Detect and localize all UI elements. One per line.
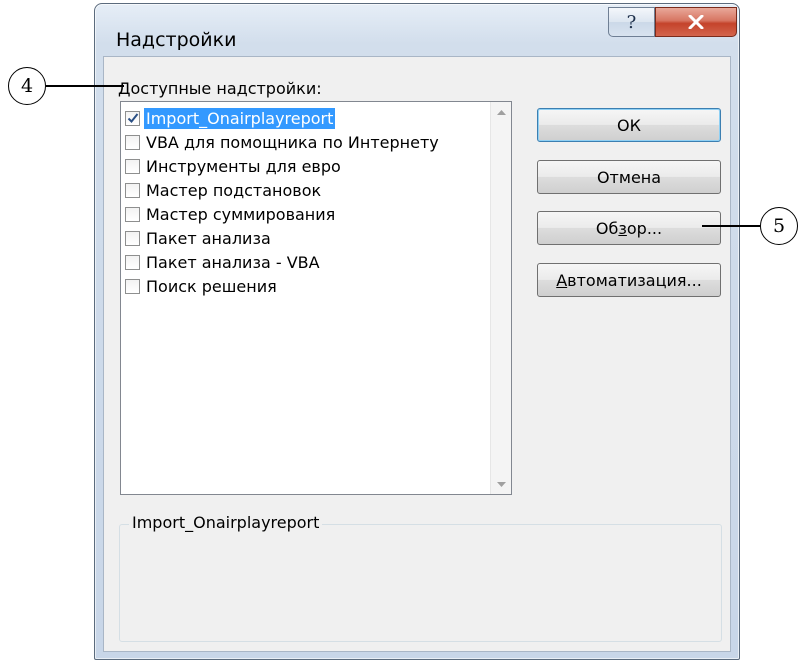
list-item-label: Мастер подстановок [146,181,322,200]
list-item-label: VBA для помощника по Интернету [146,133,439,152]
callout-5: 5 [760,207,798,245]
ok-button[interactable]: ОК [537,108,721,142]
arrow-down-icon [496,481,506,487]
callout-4-leader [46,85,124,87]
list-item[interactable]: Import_Onairplayreport [125,107,336,130]
help-icon: ? [626,11,637,33]
list-item-label: Пакет анализа - VBA [146,253,320,272]
cancel-button[interactable]: Отмена [537,160,721,194]
list-item[interactable]: VBA для помощника по Интернету [125,131,441,154]
checkbox[interactable] [125,135,140,150]
callout-4: 4 [8,67,46,105]
list-item[interactable]: Поиск решения [125,275,279,298]
list-item-label: Мастер суммирования [146,205,336,224]
dialog-title: Надстройки [116,29,237,51]
checkbox[interactable] [125,231,140,246]
checkmark-icon [127,113,139,123]
addins-listbox[interactable]: Import_Onairplayreport VBA для помощника… [120,101,512,495]
browse-button[interactable]: Об з ор... [537,211,721,245]
scroll-down-button[interactable] [491,474,511,494]
list-item[interactable]: Пакет анализа - VBA [125,251,322,274]
vertical-scrollbar[interactable] [490,102,511,494]
automation-button[interactable]: Автоматизация... [537,263,721,297]
list-item-label: Инструменты для евро [146,157,341,176]
list-item-label: Пакет анализа [146,229,271,248]
checkbox[interactable] [125,207,140,222]
list-item[interactable]: Инструменты для евро [125,155,343,178]
arrow-up-icon [496,109,506,115]
checkbox[interactable] [125,111,140,126]
list-item[interactable]: Мастер суммирования [125,203,337,226]
close-button[interactable] [655,7,737,37]
description-group [119,524,722,642]
list-item[interactable]: Мастер подстановок [125,179,323,202]
scroll-up-button[interactable] [491,102,511,122]
checkbox[interactable] [125,183,140,198]
checkbox[interactable] [125,255,140,270]
callout-5-leader [702,225,760,227]
list-item-label: Поиск решения [146,277,277,296]
help-button[interactable]: ? [608,7,655,37]
close-icon [688,15,704,29]
checkbox[interactable] [125,279,140,294]
available-addins-label: Доступные надстройки: [118,79,322,98]
list-item-label: Import_Onairplayreport [144,108,336,129]
addins-dialog: Надстройки ? Доступные надстройки: Impor… [94,3,740,660]
checkbox[interactable] [125,159,140,174]
dialog-client-area: Доступные надстройки: Import_Onairplayre… [103,56,731,652]
list-item[interactable]: Пакет анализа [125,227,273,250]
description-caption: Import_Onairplayreport [129,513,323,532]
